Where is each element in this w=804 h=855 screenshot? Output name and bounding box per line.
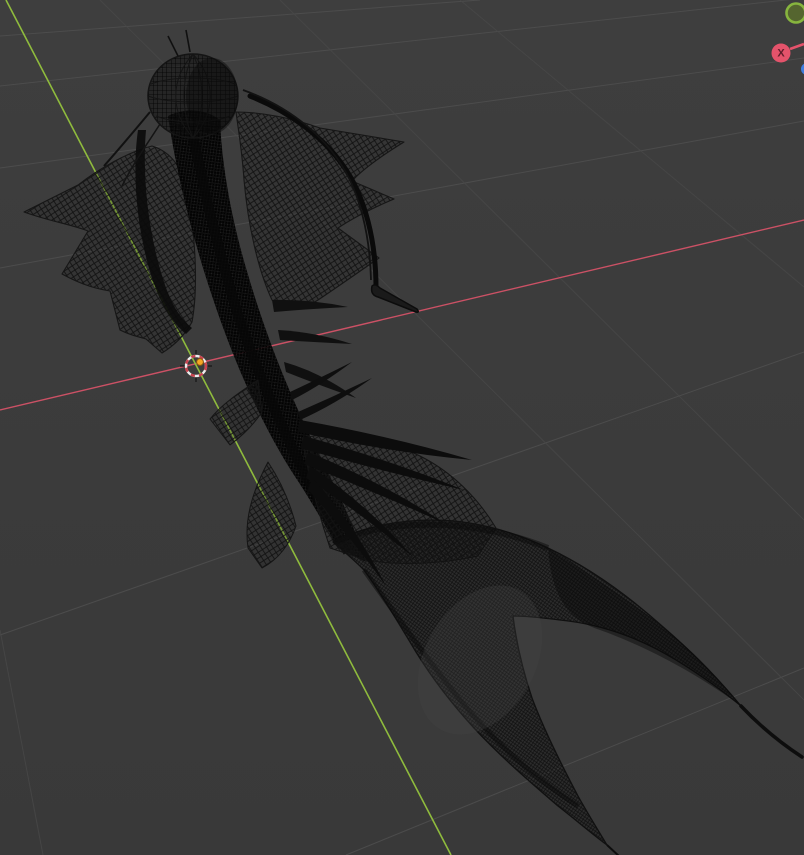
- grid-line: [345, 667, 804, 855]
- floor-grid-horizontal-lines: [0, 0, 804, 855]
- tail-tip-strand-end: [606, 844, 620, 855]
- left-fin-membrane: [23, 145, 197, 354]
- tail-tip-strand: [739, 704, 804, 759]
- head-shade: [186, 58, 238, 134]
- grid-line: [0, 0, 791, 87]
- grid-line: [459, 0, 804, 288]
- blender-3d-viewport[interactable]: X: [0, 0, 804, 855]
- origin-dot: [196, 358, 204, 366]
- object-origin-dot: [196, 358, 204, 366]
- gizmo-y-axis-ball[interactable]: [785, 2, 804, 24]
- grid-line: [0, 629, 44, 855]
- body-spike-1: [272, 299, 348, 312]
- gizmo-x-stem: [789, 42, 804, 51]
- gizmo-x-label: X: [777, 48, 785, 60]
- whisker-barb: [370, 284, 420, 313]
- wireframe-fish-mesh-object[interactable]: [23, 29, 804, 855]
- tail-fluke: [332, 519, 742, 846]
- floor-grid-diagonal-lines: [0, 0, 804, 855]
- grid-line: [0, 57, 804, 169]
- grid-line: [0, 0, 481, 37]
- head-tufts: [167, 29, 191, 57]
- navigation-gizmo[interactable]: X: [771, 2, 804, 76]
- left-mid-fin: [209, 379, 263, 446]
- viewport-canvas[interactable]: X: [0, 0, 804, 855]
- tail-right-lobe-shade: [548, 548, 741, 706]
